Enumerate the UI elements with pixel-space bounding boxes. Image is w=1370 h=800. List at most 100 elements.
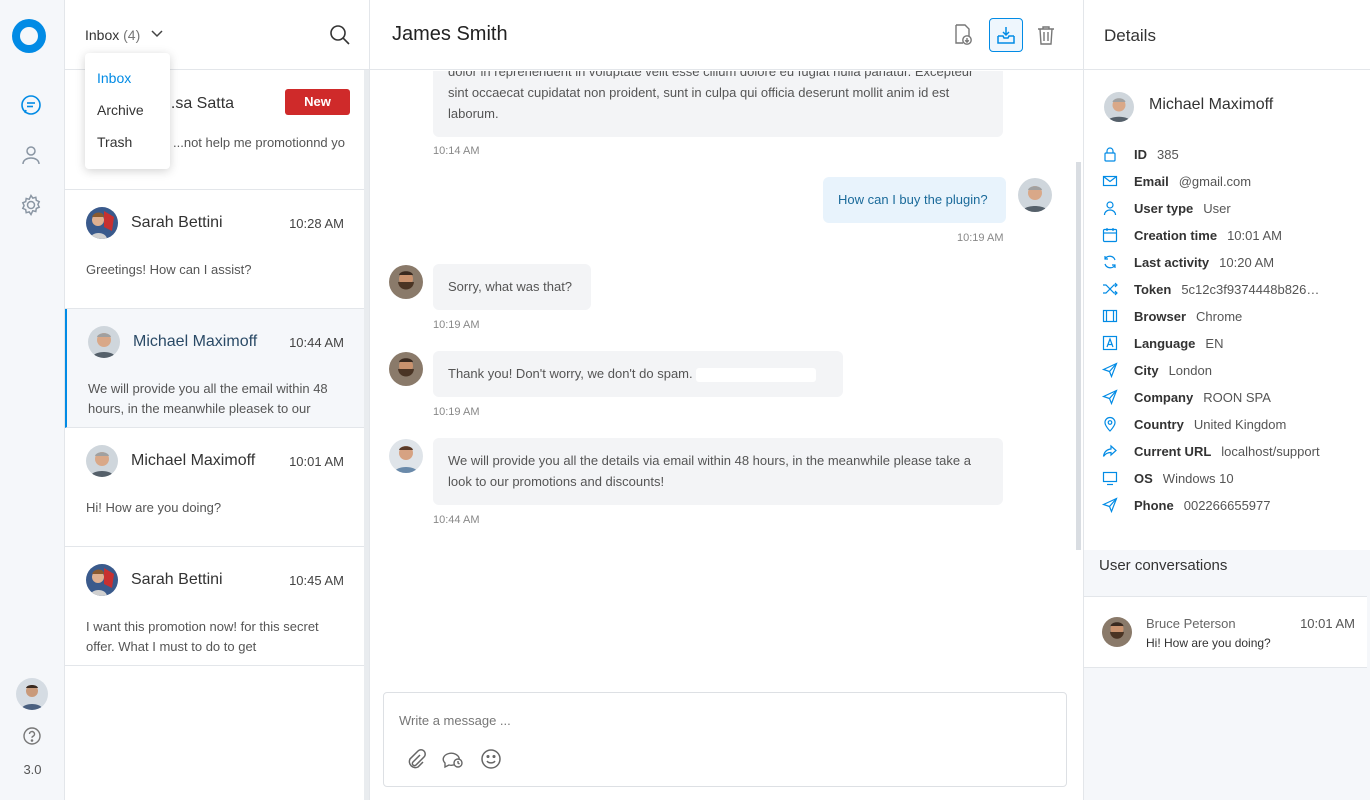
detail-row-current-url: Current URL localhost/support [1102, 441, 1320, 461]
filter-label: Inbox [85, 27, 120, 43]
conversation-time: 10:01 AM [289, 454, 344, 469]
conversation-item[interactable]: Sarah Bettini 10:28 AM Greetings! How ca… [65, 190, 364, 309]
detail-row-phone: Phone 002266655977 [1102, 495, 1271, 515]
detail-row-language: Language EN [1102, 333, 1223, 353]
detail-row-last-activity: Last activity 10:20 AM [1102, 252, 1274, 272]
conversation-time: 10:45 AM [289, 573, 344, 588]
chat-bubble-icon[interactable] [18, 92, 44, 118]
details-title: Details [1104, 26, 1156, 45]
detail-row-email: Email @gmail.com [1102, 171, 1251, 191]
conversation-preview: Greetings! How can I assist? [86, 262, 252, 277]
detail-value: 10:20 AM [1219, 254, 1275, 270]
app-logo-icon[interactable] [12, 19, 46, 53]
agent-avatar [389, 265, 423, 299]
detail-row-creation-time: Creation time 10:01 AM [1102, 225, 1282, 245]
detail-value: 5c12c3f9374448b8262f5b... [1181, 281, 1321, 297]
detail-row-country: Country United Kingdom [1102, 414, 1286, 434]
version-label: 3.0 [23, 762, 42, 777]
conversation-item[interactable]: Sarah Bettini 10:45 AM I want this promo… [65, 547, 364, 666]
trash-icon[interactable] [1029, 18, 1063, 52]
detail-row-token: Token 5c12c3f9374448b8262f5b... [1102, 279, 1321, 299]
redacted-block [696, 367, 817, 382]
detail-value: Chrome [1196, 308, 1243, 324]
agent-avatar [389, 439, 423, 473]
browser-icon [1102, 308, 1118, 324]
calendar-icon [1102, 227, 1118, 243]
saved-replies-icon[interactable] [441, 747, 465, 771]
user-conversation-item[interactable]: Bruce Peterson 10:01 AM Hi! How are you … [1084, 596, 1367, 668]
details-header: Details [1084, 0, 1370, 70]
contact-avatar [86, 445, 118, 477]
detail-value: EN [1205, 335, 1224, 351]
sender-avatar [1018, 178, 1052, 212]
transcript-icon[interactable] [946, 18, 980, 52]
conversation-name: Sarah Bettini [131, 214, 223, 231]
lock-icon [1102, 146, 1118, 162]
contact-avatar [88, 326, 120, 358]
conversation-time: 10:28 AM [289, 216, 344, 231]
chat-scrollbar[interactable] [1076, 162, 1081, 550]
message-bubble: Thank you! Don't worry, we don't do spam… [433, 351, 843, 397]
conversation-preview: Hi! How are you doing? [1146, 636, 1271, 650]
send-icon [1102, 362, 1118, 378]
detail-row-browser: Browser Chrome [1102, 306, 1242, 326]
detail-row-city: City London [1102, 360, 1212, 380]
details-panel: Details Michael Maximoff ID 385 Email @gmai… [1083, 0, 1370, 800]
paperclip-icon[interactable] [404, 747, 428, 771]
archive-inbox-icon[interactable] [989, 18, 1023, 52]
conversation-time: 10:01 AM [1300, 616, 1355, 631]
monitor-icon [1102, 470, 1118, 486]
help-icon[interactable] [22, 726, 42, 746]
detail-label: Phone [1134, 497, 1174, 513]
refresh-icon [1102, 254, 1118, 270]
detail-row-os: OS Windows 10 [1102, 468, 1234, 488]
conversation-item[interactable]: Michael Maximoff 10:01 AM Hi! How are yo… [65, 428, 364, 547]
message-bubble: Sorry, what was that? [433, 264, 591, 310]
settings-gear-icon[interactable] [18, 192, 44, 218]
detail-value: User [1203, 200, 1231, 216]
detail-value: London [1168, 362, 1212, 378]
user-icon [1102, 200, 1118, 216]
detail-value[interactable]: localhost/support [1221, 444, 1319, 459]
contact-avatar [1102, 617, 1132, 647]
contact-avatar [86, 564, 118, 596]
emoji-icon[interactable] [479, 747, 503, 771]
user-avatar [1104, 92, 1134, 122]
inbox-filter[interactable]: Inbox (4) [85, 27, 140, 43]
detail-label: Creation time [1134, 227, 1218, 243]
user-conversations-title: User conversations [1099, 557, 1228, 574]
menu-item-archive[interactable]: Archive [97, 102, 144, 118]
users-icon[interactable] [18, 142, 44, 168]
detail-label: Company [1134, 389, 1194, 405]
conversation-item-active[interactable]: Michael Maximoff 10:44 AM We will provid… [65, 309, 364, 428]
detail-value: 002266655977 [1183, 497, 1271, 513]
send-icon [1102, 389, 1118, 405]
detail-label: OS [1134, 470, 1153, 486]
detail-label: Current URL [1134, 443, 1212, 459]
message-time: 10:19 AM [433, 319, 480, 331]
agent-avatar[interactable] [16, 678, 48, 710]
search-icon[interactable] [329, 24, 351, 46]
message-composer[interactable]: Write a message ... [383, 692, 1067, 787]
conversation-name: ...sa Satta [162, 95, 235, 112]
message-input[interactable]: Write a message ... [399, 713, 511, 728]
shuffle-icon [1102, 281, 1118, 297]
detail-label: Email [1134, 173, 1169, 189]
chat-panel: James Smith dolor in reprehenderit in vo… [370, 0, 1083, 800]
detail-value: United Kingdom [1193, 416, 1287, 432]
detail-row-id: ID 385 [1102, 144, 1179, 164]
detail-label: Token [1134, 281, 1172, 297]
detail-value: 10:01 AM [1227, 227, 1283, 243]
language-icon [1102, 335, 1118, 351]
detail-label: City [1134, 362, 1159, 378]
detail-label: User type [1134, 200, 1194, 216]
message-time: 10:19 AM [957, 232, 1004, 244]
message-time: 10:19 AM [433, 406, 480, 418]
menu-item-inbox[interactable]: Inbox [97, 70, 131, 86]
message-time: 10:14 AM [433, 145, 480, 157]
detail-label: Browser [1134, 308, 1187, 324]
list-scrollbar[interactable] [364, 70, 369, 800]
menu-item-trash[interactable]: Trash [97, 134, 132, 150]
new-badge: New [285, 89, 350, 115]
chevron-down-icon[interactable] [151, 30, 163, 38]
